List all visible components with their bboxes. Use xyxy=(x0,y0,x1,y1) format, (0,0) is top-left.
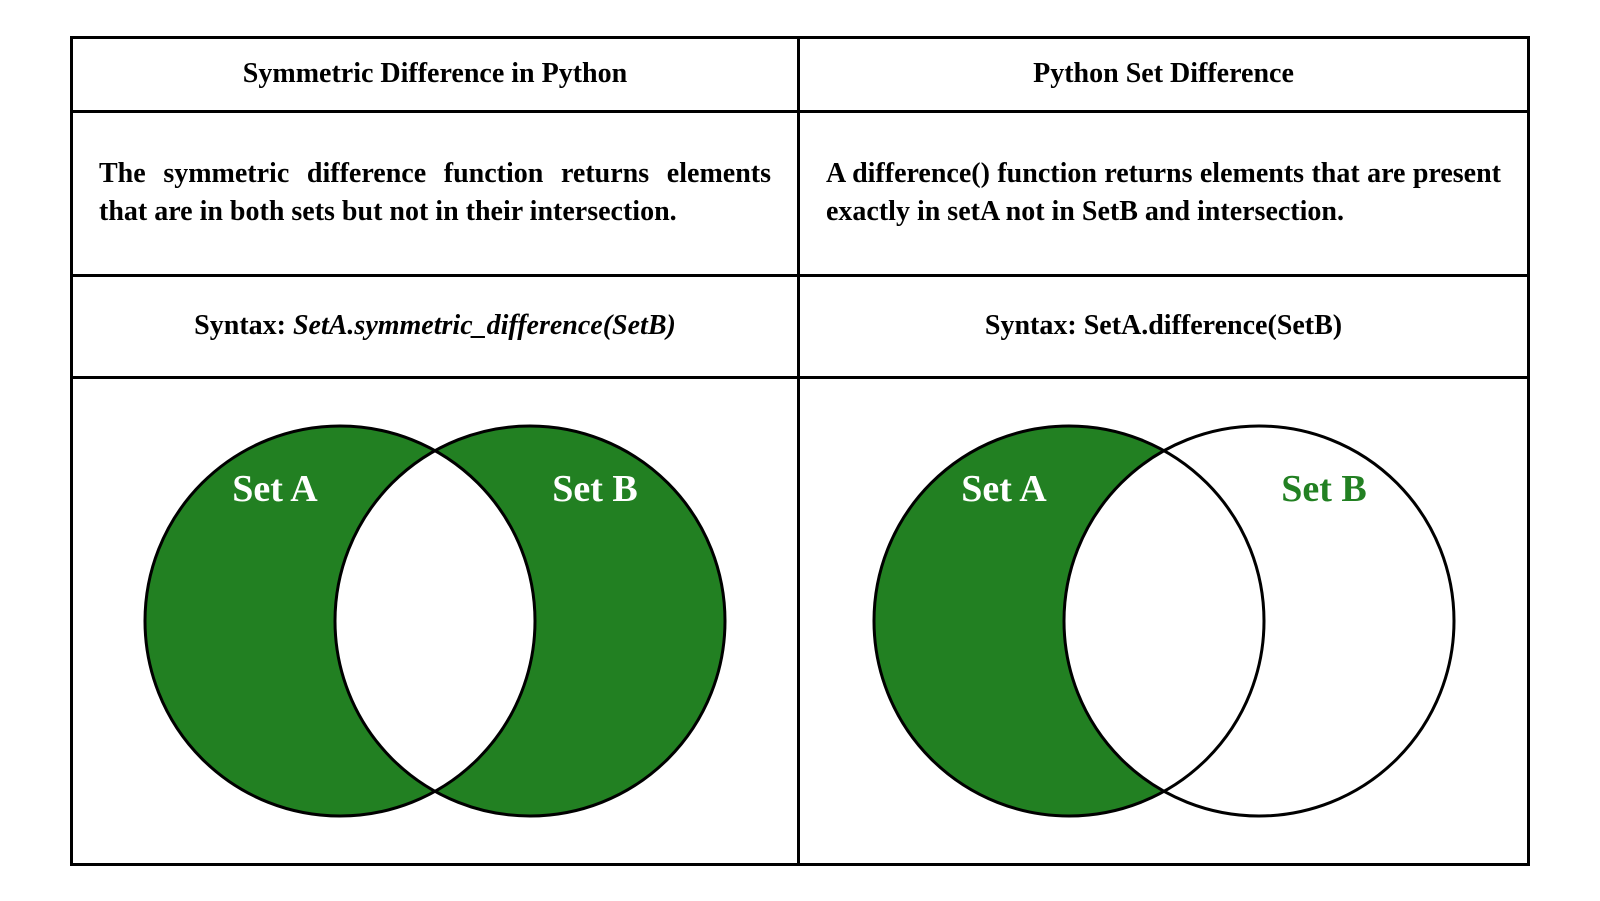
syntax-text: Syntax: SetA.difference(SetB) xyxy=(985,310,1342,342)
header-difference: Python Set Difference xyxy=(800,39,1527,113)
venn-diagram-symmetric: Set A Set B xyxy=(115,401,755,841)
title-text: Symmetric Difference in Python xyxy=(243,58,627,90)
syntax-prefix: Syntax: xyxy=(985,310,1084,341)
set-b-label: Set B xyxy=(552,468,638,510)
set-b-fill xyxy=(335,426,725,816)
title-text: Python Set Difference xyxy=(1033,58,1294,90)
syntax-symmetric: Syntax: SetA.symmetric_difference(SetB) xyxy=(73,277,797,379)
set-a-label: Set A xyxy=(961,468,1047,510)
column-symmetric-difference: Symmetric Difference in Python The symme… xyxy=(73,39,800,863)
syntax-text: Syntax: SetA.symmetric_difference(SetB) xyxy=(194,310,676,342)
venn-diagram-difference: Set A Set B xyxy=(844,401,1484,841)
column-set-difference: Python Set Difference A difference() fun… xyxy=(800,39,1527,863)
venn-set-difference: Set A Set B xyxy=(800,379,1527,863)
description-text: A difference() function returns elements… xyxy=(826,155,1501,231)
description-text: The symmetric difference function return… xyxy=(99,155,771,231)
syntax-code: SetA.difference(SetB) xyxy=(1084,310,1342,341)
description-symmetric: The symmetric difference function return… xyxy=(73,113,797,277)
syntax-code: SetA.symmetric_difference(SetB) xyxy=(293,310,676,341)
syntax-prefix: Syntax: xyxy=(194,310,293,341)
venn-symmetric-difference: Set A Set B xyxy=(73,379,797,863)
set-a-label: Set A xyxy=(232,468,318,510)
set-b-label: Set B xyxy=(1281,468,1367,510)
description-difference: A difference() function returns elements… xyxy=(800,113,1527,277)
set-b-fill xyxy=(1064,426,1454,816)
header-symmetric: Symmetric Difference in Python xyxy=(73,39,797,113)
comparison-table: Symmetric Difference in Python The symme… xyxy=(70,36,1530,866)
syntax-difference: Syntax: SetA.difference(SetB) xyxy=(800,277,1527,379)
